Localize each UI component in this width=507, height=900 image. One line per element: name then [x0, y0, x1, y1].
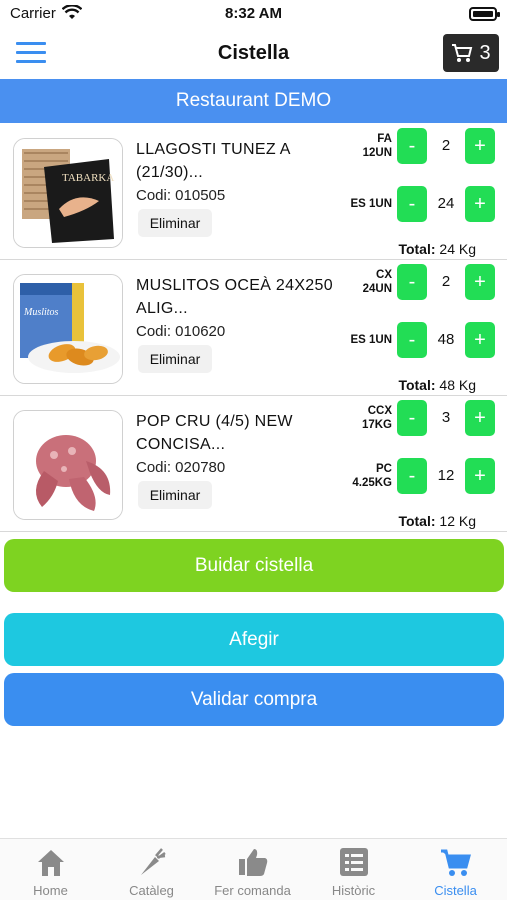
validate-purchase-button[interactable]: Validar compra	[4, 673, 504, 726]
cart-button[interactable]: 3	[443, 34, 499, 72]
product-image: Muslitos	[13, 274, 123, 384]
page-title: Cistella	[217, 42, 290, 64]
tab-label: Catàleg	[129, 883, 174, 898]
quantity-stepper: ES 1UN - 24 +	[340, 186, 500, 222]
unit-label: CCX 17KG	[361, 405, 392, 431]
product-code: Codi: 020780	[136, 459, 226, 476]
thumbs-up-icon	[238, 849, 267, 876]
decrease-button[interactable]: -	[397, 400, 427, 436]
decrease-button[interactable]: -	[397, 186, 427, 222]
nav-bar: Cistella 3	[0, 30, 507, 78]
increase-button[interactable]: +	[465, 458, 495, 494]
quantity-value[interactable]: 2	[427, 128, 465, 164]
increase-button[interactable]: +	[465, 128, 495, 164]
quantity-value[interactable]: 2	[427, 264, 465, 300]
quantity-stepper: ES 1UN - 48 +	[340, 322, 500, 358]
remove-button[interactable]: Eliminar	[138, 209, 212, 237]
cart-icon	[452, 44, 473, 62]
remove-button[interactable]: Eliminar	[138, 481, 212, 509]
increase-button[interactable]: +	[465, 322, 495, 358]
product-code: Codi: 010620	[136, 323, 226, 340]
product-code: Codi: 010505	[136, 187, 226, 204]
unit-label: FA 12UN	[362, 133, 392, 159]
item-total: Total: 12 Kg	[398, 513, 476, 529]
tab-label: Home	[33, 883, 68, 898]
tab-cart[interactable]: Cistella	[405, 845, 506, 898]
decrease-button[interactable]: -	[397, 322, 427, 358]
decrease-button[interactable]: -	[397, 128, 427, 164]
tab-label: Fer comanda	[214, 883, 291, 898]
quantity-value[interactable]: 12	[427, 458, 465, 494]
product-image	[13, 410, 123, 520]
item-total: Total: 24 Kg	[398, 241, 476, 257]
battery-icon	[469, 7, 500, 21]
unit-label: ES 1UN	[350, 198, 392, 210]
image-text: TABARKA	[62, 172, 114, 184]
image-text: Muslitos	[23, 307, 59, 318]
quantity-stepper: PC 4.25KG - 12 +	[340, 458, 500, 494]
decrease-button[interactable]: -	[397, 458, 427, 494]
list-icon	[339, 848, 368, 876]
quantity-stepper: FA 12UN - 2 +	[340, 128, 500, 164]
carrot-icon	[140, 848, 166, 875]
remove-button[interactable]: Eliminar	[138, 345, 212, 373]
add-button[interactable]: Afegir	[4, 613, 504, 666]
tab-catalog[interactable]: Catàleg	[101, 845, 202, 898]
quantity-value[interactable]: 48	[427, 322, 465, 358]
tab-home[interactable]: Home	[0, 845, 101, 898]
cart-count: 3	[479, 41, 491, 64]
cart-item: Muslitos MUSLITOS OCEÀ 24X250 ALIG... Co…	[0, 260, 507, 396]
quantity-stepper: CCX 17KG - 3 +	[340, 400, 500, 436]
tab-bar: Home Catàleg Fer comanda Històric Cistel…	[0, 838, 507, 900]
quantity-value[interactable]: 3	[427, 400, 465, 436]
quantity-value[interactable]: 24	[427, 186, 465, 222]
quantity-stepper: CX 24UN - 2 +	[340, 264, 500, 300]
tab-label: Històric	[331, 883, 376, 898]
item-total: Total: 48 Kg	[398, 377, 476, 393]
tab-order[interactable]: Fer comanda	[202, 845, 303, 898]
tab-history[interactable]: Històric	[303, 845, 404, 898]
home-icon	[37, 850, 64, 876]
cart-icon	[440, 849, 471, 876]
product-name: LLAGOSTI TUNEZ A (21/30)...	[136, 141, 290, 181]
product-image: TABARKA	[13, 138, 123, 248]
clear-cart-button[interactable]: Buidar cistella	[4, 539, 504, 592]
clock: 8:32 AM	[225, 5, 282, 22]
tab-label: Cistella	[434, 883, 477, 898]
cart-item: TABARKA LLAGOSTI TUNEZ A (21/30)... Codi…	[0, 124, 507, 260]
product-name: POP CRU (4/5) NEW CONCISA...	[136, 413, 293, 453]
unit-label: CX 24UN	[362, 269, 392, 295]
unit-label: PC 4.25KG	[352, 463, 392, 489]
product-name: MUSLITOS OCEÀ 24X250 ALIG...	[136, 277, 333, 317]
cart-item: POP CRU (4/5) NEW CONCISA... Codi: 02078…	[0, 396, 507, 532]
decrease-button[interactable]: -	[397, 264, 427, 300]
status-bar: Carrier 8:32 AM	[0, 0, 507, 30]
increase-button[interactable]: +	[465, 400, 495, 436]
increase-button[interactable]: +	[465, 264, 495, 300]
unit-label: ES 1UN	[350, 334, 392, 346]
restaurant-bar: Restaurant DEMO	[0, 79, 507, 123]
increase-button[interactable]: +	[465, 186, 495, 222]
